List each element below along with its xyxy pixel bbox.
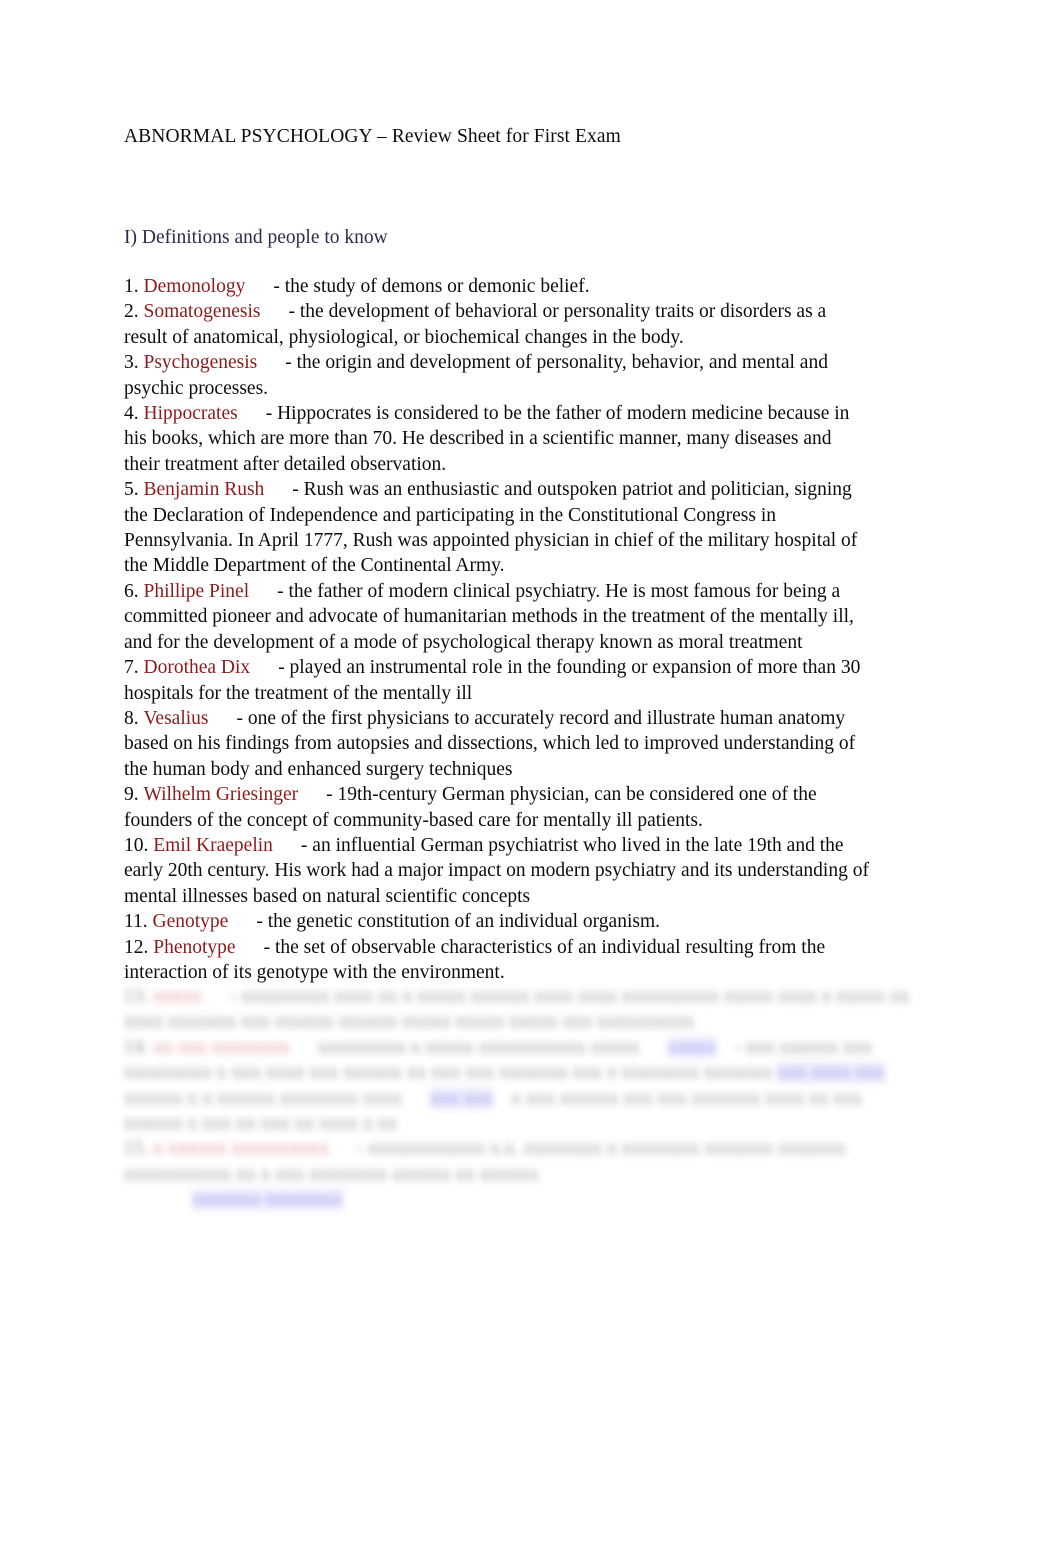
obscured-number: 15.: [124, 1138, 149, 1160]
list-item-number: 3.: [124, 352, 139, 374]
obscured-text: - xxxxxxxxx xxxx xx x xxxxx xxxxxx xxxx …: [230, 986, 720, 1007]
document-page: ABNORMAL PSYCHOLOGY – Review Sheet for F…: [0, 0, 1062, 1561]
definitions-list: 1. Demonology - the study of demons or de…: [124, 274, 872, 985]
page-title: ABNORMAL PSYCHOLOGY – Review Sheet for F…: [124, 126, 621, 147]
list-item: 12. Phenotype - the set of observable cha…: [124, 935, 872, 986]
list-item: 2. Somatogenesis - the development of beh…: [124, 299, 872, 350]
list-item-number: 11.: [124, 911, 148, 933]
list-item-term: Phillipe Pinel: [143, 580, 250, 602]
obscured-line: 14. xx xxx xxxxxxxx xxxxxxxxx x xxxxx xxx…: [124, 1035, 914, 1137]
obscured-text: xxxxxxxxxxx xx x xxx xxxxxxxx xxxxxx xx …: [124, 1163, 539, 1185]
list-item-definition: - one of the first physicians to accurat…: [124, 707, 856, 780]
list-item-term: Psychogenesis: [143, 352, 258, 374]
list-item-number: 9.: [124, 784, 139, 806]
list-item: 1. Demonology - the study of demons or de…: [124, 274, 872, 299]
obscured-link[interactable]: xxxxx: [667, 1036, 717, 1058]
list-item-term: Somatogenesis: [143, 301, 261, 323]
list-item-term: Phenotype: [153, 936, 236, 958]
obscured-text: xxxxx xxx xxxxxxxxxx: [509, 1011, 695, 1033]
obscured-line: 15. x xxxxxx xxxxxxxxxx - xxxxxxxxxxxx x.…: [124, 1136, 914, 1187]
list-item-number: 1.: [124, 276, 139, 297]
list-item-term: Dorothea Dix: [143, 657, 251, 679]
list-item-number: 5.: [124, 479, 139, 501]
list-item: 5. Benjamin Rush - Rush was an enthusiast…: [124, 477, 872, 579]
obscured-number: 13.: [124, 986, 149, 1007]
list-item-term: Demonology: [143, 276, 246, 297]
obscured-text: - xxxxxxxxxxxx x.x. xxxxxxxx x xxxxxxxx …: [356, 1138, 846, 1160]
list-item: 8. Vesalius - one of the first physicians…: [124, 706, 872, 782]
list-item: 7. Dorothea Dix - played an instrumental …: [124, 655, 872, 706]
obscured-link[interactable]: xxxxxxx xxxxxxxx: [192, 1189, 344, 1211]
list-item-number: 4.: [124, 403, 139, 425]
obscured-term: xx xxx xxxxxxxx: [153, 1036, 290, 1058]
list-item-number: 6.: [124, 580, 139, 602]
obscured-link[interactable]: xxx xxx: [429, 1087, 494, 1109]
list-item: 3. Psychogenesis - the origin and develop…: [124, 350, 872, 401]
list-item-term: Emil Kraepelin: [153, 834, 273, 856]
list-item-term: Wilhelm Griesinger: [143, 784, 299, 806]
obscured-line: xxxxxxx xxxxxxxx: [124, 1187, 914, 1212]
list-item: 6. Phillipe Pinel - the father of modern …: [124, 579, 872, 655]
list-item-definition: - the genetic constitution of an individ…: [256, 911, 660, 933]
list-item-number: 7.: [124, 657, 139, 679]
list-item-number: 10.: [124, 834, 149, 856]
list-item-number: 2.: [124, 301, 139, 323]
obscured-text: - xxx xxxxxx xxx: [734, 1036, 873, 1058]
obscured-text: xxxxxxxxx x xxxxx xxxxxxxxxxx xxxxx: [317, 1036, 640, 1058]
list-item: 9. Wilhelm Griesinger - 19th-century Germ…: [124, 782, 872, 833]
obscured-text-block: 13. xxxxx - xxxxxxxxx xxxx xx x xxxxx xxx…: [124, 984, 914, 1213]
obscured-text: xxxxxxxxx x xxx xxxx xxx xxxxxx xx xxx x…: [124, 1062, 773, 1084]
obscured-line: 13. xxxxx - xxxxxxxxx xxxx xx x xxxxx xxx…: [124, 984, 914, 1035]
list-item-term: Vesalius: [143, 707, 209, 729]
obscured-term: xxxxx: [153, 986, 202, 1007]
obscured-text: x xxx xxxxxx xxx xxx xxxxxxx: [511, 1087, 760, 1109]
list-item-number: 8.: [124, 707, 139, 729]
list-item: 4. Hippocrates - Hippocrates is considere…: [124, 401, 872, 477]
list-item: 11. Genotype - the genetic constitution o…: [124, 909, 872, 934]
list-item: 10. Emil Kraepelin - an influential Germa…: [124, 833, 872, 909]
list-item-number: 12.: [124, 936, 149, 958]
list-item-term: Genotype: [152, 911, 229, 933]
list-item-term: Benjamin Rush: [143, 479, 265, 501]
list-item-definition: - the study of demons or demonic belief.: [273, 276, 590, 297]
section-heading: I) Definitions and people to know: [124, 227, 388, 248]
obscured-term: x xxxxxx xxxxxxxxxx: [153, 1138, 329, 1160]
obscured-link[interactable]: xxx xxxx xxx: [777, 1062, 885, 1084]
list-item-term: Hippocrates: [143, 403, 238, 425]
obscured-text: xxxxxx x x xxxxxx xxxxxxxx xxxx: [124, 1087, 402, 1109]
obscured-number: 14.: [124, 1036, 149, 1058]
